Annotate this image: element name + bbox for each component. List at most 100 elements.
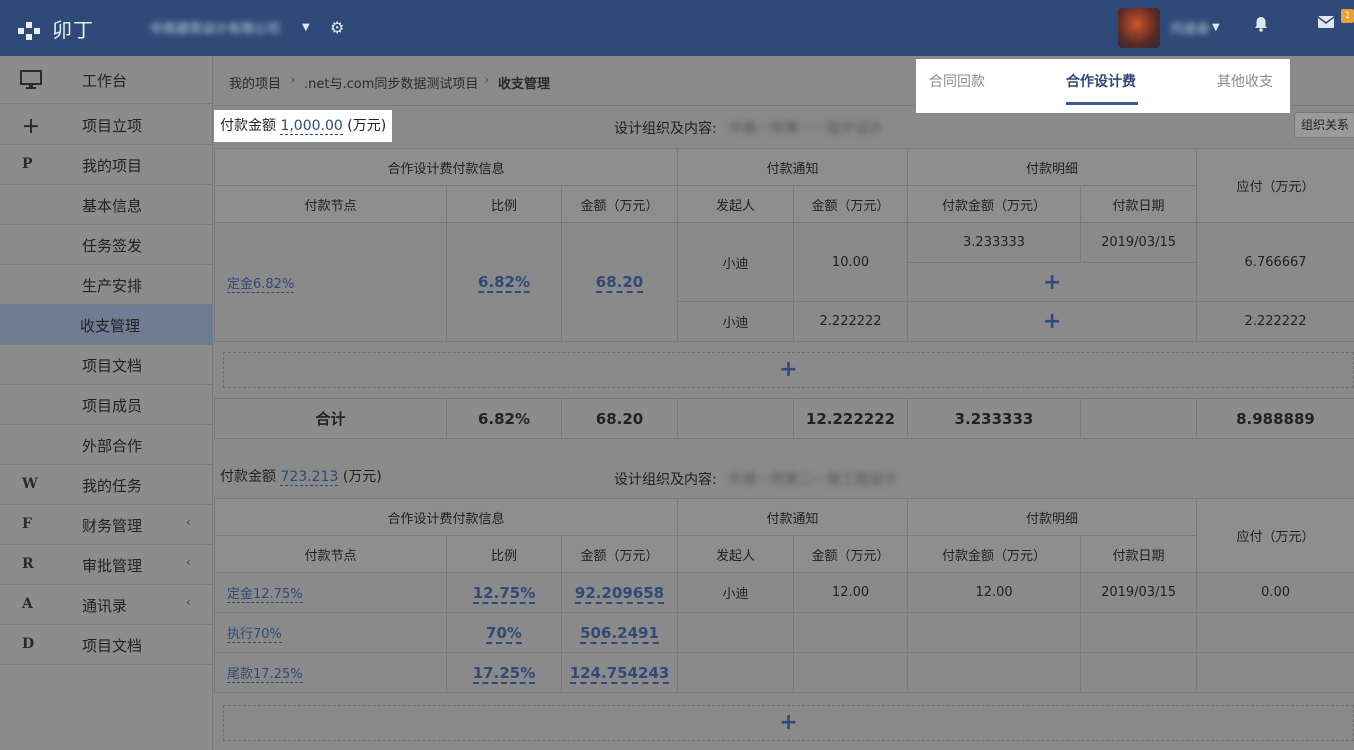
bell-icon[interactable] (1254, 16, 1268, 32)
pay-amount: 3.233333 (907, 222, 1082, 263)
sidebar-item-project-setup[interactable]: ＋ 项目立项 (0, 105, 213, 145)
payment-node-link[interactable]: 执行70% (227, 627, 282, 643)
pay-amount: 12.00 (907, 572, 1082, 613)
sidebar-item-label: 我的任务 (82, 477, 143, 495)
col-initiator: 发起人 (677, 185, 795, 223)
mail-icon[interactable] (1318, 16, 1334, 28)
ratio-value[interactable]: 17.25% (472, 663, 536, 684)
notice-amount: 10.00 (793, 222, 909, 302)
monitor-icon (20, 70, 42, 89)
company-dropdown-icon[interactable]: ▼ (302, 22, 310, 33)
notice-amount: 2.222222 (793, 301, 909, 342)
col-group-payment-info: 合作设计费付款信息 (213, 148, 679, 186)
design-org-label: 设计组织及内容: (614, 121, 717, 137)
col-initiator: 发起人 (677, 535, 795, 573)
payment-table-2: 合作设计费付款信息 付款通知 付款明细 应付（万元） 付款节点 比例 金额（万元… (213, 498, 1354, 693)
sidebar-item-label: 收支管理 (80, 317, 141, 335)
total-pay-date (1080, 398, 1197, 439)
ratio-value[interactable]: 70% (486, 623, 522, 644)
col-notice-amount: 金额（万元） (793, 185, 909, 223)
col-pay-amount: 付款金额（万元） (907, 185, 1082, 223)
tab-coop-design-fee[interactable]: 合作设计费 (1066, 71, 1136, 91)
sidebar-item-label: 项目成员 (82, 397, 143, 415)
sidebar-item-project-members[interactable]: 项目成员 (0, 385, 213, 425)
plus-icon: + (779, 710, 798, 735)
ratio-value[interactable]: 6.82% (477, 273, 531, 293)
sidebar-item-production[interactable]: 生产安排 (0, 265, 213, 305)
section-2-header: 付款金额 723.213 (万元) 设计组织及内容: 中南一所第二一施工图设计 (214, 461, 1354, 495)
payment-amount-value[interactable]: 1,000.00 (280, 118, 343, 135)
sidebar-item-documents[interactable]: D 项目文档 (0, 625, 213, 665)
add-row-button[interactable]: + (223, 705, 1354, 741)
tab-other-income[interactable]: 其他收支 (1217, 71, 1273, 91)
sidebar-item-label: 我的项目 (82, 157, 143, 175)
sidebar-item-task-issue[interactable]: 任务签发 (0, 225, 213, 265)
sidebar-item-label: 基本信息 (82, 197, 143, 215)
col-pay-date: 付款日期 (1080, 185, 1198, 223)
sidebar-item-my-projects[interactable]: P 我的项目 (0, 145, 213, 185)
sidebar-item-external-coop[interactable]: 外部合作 (0, 425, 213, 465)
payment-amount-unit: (万元) (342, 469, 382, 485)
sidebar-item-label: 项目文档 (82, 637, 143, 655)
amount-value[interactable]: 506.2491 (580, 623, 659, 644)
payment-amount-value[interactable]: 723.213 (280, 469, 339, 486)
user-dropdown-icon[interactable]: ▼ (1212, 22, 1220, 33)
design-org-value: 中南一所第二一施工图设计 (728, 472, 897, 488)
total-initiator (677, 398, 794, 439)
col-ratio: 比例 (446, 535, 562, 573)
sidebar-item-my-tasks[interactable]: W 我的任务 (0, 465, 213, 505)
tab-contract-payment[interactable]: 合同回款 (929, 71, 985, 91)
payment-node-link[interactable]: 尾款17.25% (227, 667, 303, 683)
amount-value[interactable]: 68.20 (595, 273, 644, 293)
total-notice-amount: 12.222222 (793, 398, 908, 439)
add-payment-icon[interactable]: + (1043, 270, 1061, 295)
user-name[interactable]: 刘迪迪 (1170, 18, 1209, 37)
add-payment-icon[interactable]: + (1043, 309, 1061, 334)
tab-bar: 合同回款 合作设计费 其他收支 (916, 59, 1290, 113)
d-icon: D (22, 636, 35, 652)
amount-value[interactable]: 92.209658 (574, 583, 665, 604)
col-group-details: 付款明细 (907, 498, 1198, 536)
total-amount: 68.20 (561, 398, 678, 439)
sidebar-item-basic-info[interactable]: 基本信息 (0, 185, 213, 225)
initiator: 小迪 (677, 301, 795, 342)
total-table-1: 合计 6.82% 68.20 12.222222 3.233333 8.9888… (214, 398, 1354, 439)
breadcrumb-my-projects[interactable]: 我的项目 (229, 73, 281, 92)
payable: 2.222222 (1196, 301, 1354, 342)
breadcrumb-project[interactable]: .net与.com同步数据测试项目 (304, 73, 478, 92)
amount-value[interactable]: 124.754243 (569, 663, 670, 684)
payment-amount-label: 付款金额 (220, 118, 276, 134)
p-icon: P (22, 156, 33, 172)
app-logo[interactable]: 卯丁 (16, 14, 94, 44)
company-name[interactable]: 中南建筑设计有限公司 (150, 18, 280, 37)
breadcrumb-separator: › (484, 73, 490, 88)
avatar[interactable] (1118, 8, 1160, 48)
sidebar: 工作台 ＋ 项目立项 P 我的项目 基本信息 任务签发 生产安排 收支管理 项目文档… (0, 56, 213, 750)
table-row: 定金6.82% 6.82% 68.20 小迪 10.00 3.233333 20… (214, 222, 1354, 342)
col-group-details: 付款明细 (907, 148, 1198, 186)
pay-date: 2019/03/15 (1080, 222, 1198, 263)
chevron-left-icon: ‹ (186, 555, 191, 569)
section-1-header: 付款金额 1,000.00 (万元) 设计组织及内容: 中南一所第一一层外设计 组… (214, 110, 1354, 144)
sidebar-item-approval[interactable]: R 审批管理 ‹ (0, 545, 213, 585)
sidebar-item-project-docs[interactable]: 项目文档 (0, 345, 213, 385)
payment-node-link[interactable]: 定金12.75% (227, 587, 303, 603)
total-ratio: 6.82% (446, 398, 562, 439)
payment-node-link[interactable]: 定金6.82% (227, 276, 295, 293)
sidebar-item-finance[interactable]: F 财务管理 ‹ (0, 505, 213, 545)
ratio-value[interactable]: 12.75% (472, 583, 536, 604)
total-payable: 8.988889 (1196, 398, 1354, 439)
payable: 0.00 (1196, 572, 1354, 613)
sidebar-item-income-expense[interactable]: 收支管理 (0, 305, 213, 345)
chevron-left-icon: ‹ (186, 595, 191, 609)
notice-amount: 12.00 (793, 572, 909, 613)
chevron-left-icon: ‹ (186, 515, 191, 529)
total-row: 合计 6.82% 68.20 12.222222 3.233333 8.9888… (214, 398, 1354, 439)
breadcrumb-separator: › (290, 73, 296, 88)
total-label: 合计 (214, 398, 447, 439)
sidebar-item-contacts[interactable]: A 通讯录 ‹ (0, 585, 213, 625)
sidebar-item-workbench[interactable]: 工作台 (0, 56, 213, 104)
add-row-button[interactable]: + (223, 352, 1354, 388)
gear-icon[interactable]: ⚙ (330, 18, 344, 37)
org-relation-button[interactable]: 组织关系 (1294, 112, 1354, 138)
